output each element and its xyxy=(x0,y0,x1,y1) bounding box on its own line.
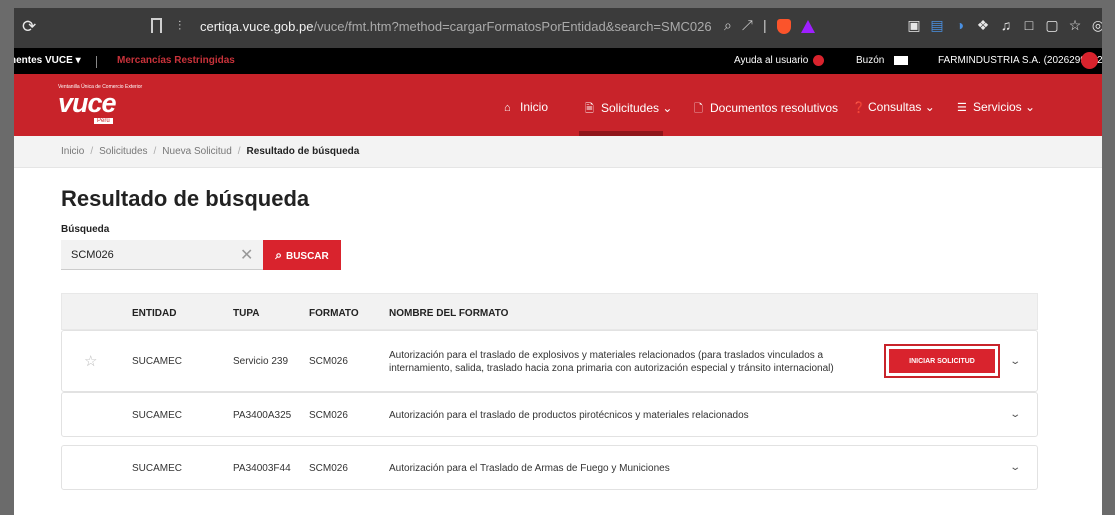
browser-toolbar: ⟳ ⫶ certiqa.vuce.gob.pe/vuce/fmt.htm?met… xyxy=(14,8,1102,48)
row-tupa: PA34003F44 xyxy=(233,463,291,474)
restricted-goods-link[interactable]: Mercancías Restringidas xyxy=(117,55,235,66)
breadcrumb-separator: / xyxy=(237,146,241,157)
breadcrumb-new-request[interactable]: Nueva Solicitud xyxy=(162,146,231,157)
address-bar-actions: ⌕↗| xyxy=(724,17,815,34)
address-bar[interactable]: certiqa.vuce.gob.pe/vuce/fmt.htm?method=… xyxy=(200,19,712,34)
logo-brand: vuce xyxy=(58,88,117,118)
extension-icon[interactable]: ▣ xyxy=(904,17,924,34)
search-label: Búsqueda xyxy=(61,224,110,235)
header-tupa: TUPA xyxy=(233,308,260,319)
reload-icon[interactable]: ⟳ xyxy=(22,17,36,37)
vuce-logo[interactable]: Ventanilla Única de Comercio Exterior vu… xyxy=(58,84,142,124)
question-icon: ❓ xyxy=(852,102,866,114)
clear-icon[interactable]: ✕ xyxy=(240,245,253,265)
page-title: Resultado de búsqueda xyxy=(61,186,310,211)
components-menu[interactable]: nentes VUCE ▾ xyxy=(14,55,81,66)
table-header: ENTIDAD TUPA FORMATO NOMBRE DEL FORMATO xyxy=(61,293,1038,330)
url-path: /vuce/fmt.htm?method=cargarFormatosPorEn… xyxy=(313,19,712,34)
logo-country: Perú xyxy=(94,118,113,124)
home-icon: ⌂ xyxy=(504,102,511,114)
help-link[interactable]: Ayuda al usuario xyxy=(734,55,825,67)
divider xyxy=(96,56,97,68)
row-entity: SUCAMEC xyxy=(132,356,183,367)
mail-icon xyxy=(894,55,909,65)
site-settings-icon[interactable]: ⫶ xyxy=(178,18,181,34)
translate-extension-icon[interactable]: ▤ xyxy=(927,17,947,34)
breadcrumb-separator: / xyxy=(90,146,94,157)
start-request-button[interactable]: INICIAR SOLICITUD xyxy=(889,349,995,373)
search-button-label: BUSCAR xyxy=(285,250,329,262)
brave-shields-icon[interactable] xyxy=(776,18,791,34)
extensions-area: ▣ ▤ ◑ ❖ ♫ □ ▢ ☆ ◎ xyxy=(904,17,1102,34)
breadcrumb-bar: Inicio / Solicitudes / Nueva Solicitud / Resul… xyxy=(14,136,1102,168)
nav-requests[interactable]: 🗎 Solicitudes ⌄ xyxy=(585,100,672,119)
breadcrumb-home[interactable]: Inicio xyxy=(61,146,84,157)
row-format: SCM026 xyxy=(309,410,348,421)
header-entity: ENTIDAD xyxy=(132,308,177,319)
row-entity: SUCAMEC xyxy=(132,463,183,474)
row-format-name: Autorización para el traslado de product… xyxy=(389,410,749,421)
row-tupa: Servicio 239 xyxy=(233,356,289,367)
row-format-name: Autorización para el Traslado de Armas d… xyxy=(389,463,670,474)
shield-icon[interactable]: ◎ xyxy=(1088,17,1102,34)
row-entity: SUCAMEC xyxy=(132,410,183,421)
row-format-name: Autorización para el traslado de explosi… xyxy=(389,350,834,374)
user-name[interactable]: FARMINDUSTRIA S.A. (20262996329) xyxy=(938,55,1102,66)
utility-bar: nentes VUCE ▾ Mercancías Restringidas Ay… xyxy=(14,48,1102,74)
toggle-extension-icon[interactable]: ◑ xyxy=(950,17,970,33)
zoom-icon[interactable]: ⌕ xyxy=(724,17,742,33)
nav-home-label: Inicio xyxy=(520,100,549,114)
url-domain: certiqa.vuce.gob.pe xyxy=(200,19,314,34)
breadcrumb: Inicio / Solicitudes / Nueva Solicitud / Resul… xyxy=(61,146,359,157)
nav-requests-label: Solicitudes ⌄ xyxy=(601,101,673,115)
nav-queries[interactable]: ❓ Consultas ⌄ xyxy=(852,100,935,114)
mailbox-label: Buzón xyxy=(856,55,885,66)
nav-queries-label: Consultas ⌄ xyxy=(868,100,935,114)
file-icon: 🗋 xyxy=(694,103,703,115)
row-tupa: PA3400A325 xyxy=(233,410,292,421)
services-icon: ☰ xyxy=(957,102,967,114)
mailbox-link[interactable]: Buzón xyxy=(856,55,909,66)
table-row[interactable]: SUCAMEC PA34003F44 SCM026 Autorización p… xyxy=(61,445,1038,490)
table-row[interactable]: SUCAMEC PA3400A325 SCM026 Autorización p… xyxy=(61,392,1038,437)
nav-documents-label: Documentos resolutivos xyxy=(710,101,839,115)
breadcrumb-requests[interactable]: Solicitudes xyxy=(99,146,147,157)
window-icon[interactable]: ▢ xyxy=(1042,17,1062,34)
music-icon[interactable]: ♫ xyxy=(996,17,1016,33)
table-row: ☆ SUCAMEC Servicio 239 SCM026 Autorizaci… xyxy=(61,330,1038,392)
chevron-down-icon[interactable]: ⌄ xyxy=(1009,462,1021,473)
row-format: SCM026 xyxy=(309,356,348,367)
chevron-down-icon[interactable]: ⌄ xyxy=(1009,409,1021,420)
main-navbar: Ventanilla Única de Comercio Exterior vu… xyxy=(14,74,1102,136)
nav-documents[interactable]: 🗋 Documentos resolutivos xyxy=(694,100,838,119)
bookmark-icon[interactable] xyxy=(151,18,162,33)
sidebar-icon[interactable]: □ xyxy=(1019,17,1039,33)
user-avatar-icon[interactable] xyxy=(1081,52,1098,69)
browser-frame: ⟳ ⫶ certiqa.vuce.gob.pe/vuce/fmt.htm?met… xyxy=(14,8,1102,515)
search-input[interactable] xyxy=(61,240,263,270)
star-outline-icon[interactable]: ☆ xyxy=(1065,17,1085,34)
nav-services[interactable]: ☰ Servicios ⌄ xyxy=(957,100,1035,114)
lifebuoy-icon xyxy=(813,55,825,66)
share-icon[interactable]: ↗ xyxy=(742,17,763,33)
brave-rewards-icon[interactable] xyxy=(800,19,815,33)
header-format-name: NOMBRE DEL FORMATO xyxy=(389,308,509,319)
breadcrumb-separator: / xyxy=(153,146,157,157)
row-format: SCM026 xyxy=(309,463,348,474)
breadcrumb-current: Resultado de búsqueda xyxy=(246,146,360,157)
document-icon: 🗎 xyxy=(585,103,594,115)
nav-home[interactable]: ⌂ Inicio xyxy=(504,100,548,114)
puzzle-icon[interactable]: ❖ xyxy=(973,17,993,34)
search-button[interactable]: ⌕ BUSCAR xyxy=(263,240,341,270)
nav-services-label: Servicios ⌄ xyxy=(973,100,1036,114)
header-format: FORMATO xyxy=(309,308,359,319)
chevron-down-icon[interactable]: ⌄ xyxy=(1009,356,1021,367)
help-label: Ayuda al usuario xyxy=(734,55,809,67)
favorite-star-icon[interactable]: ☆ xyxy=(84,352,97,370)
search-icon: ⌕ xyxy=(275,247,282,262)
